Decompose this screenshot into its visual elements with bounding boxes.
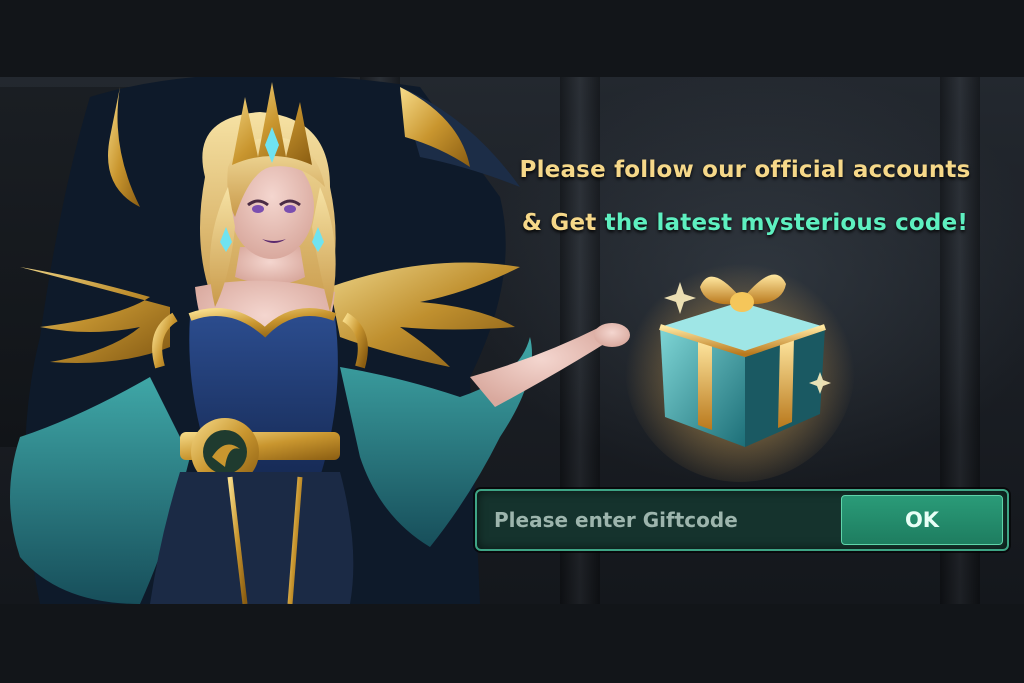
letterbox-top <box>0 0 1024 77</box>
giftcode-entry-bar: OK <box>475 489 1009 551</box>
promo-subheadline-accent: the latest mysterious code! <box>604 210 969 236</box>
giftcode-input[interactable] <box>479 493 839 547</box>
giftcode-banner: Please follow our official accounts & Ge… <box>0 77 1024 604</box>
letterbox-bottom <box>0 604 1024 683</box>
promo-subheadline: & Get the latest mysterious code! <box>500 210 990 236</box>
promo-subheadline-prefix: & Get <box>521 210 605 236</box>
gift-box-icon <box>625 252 855 482</box>
ok-button[interactable]: OK <box>841 495 1003 545</box>
promo-headline: Please follow our official accounts <box>519 157 971 183</box>
